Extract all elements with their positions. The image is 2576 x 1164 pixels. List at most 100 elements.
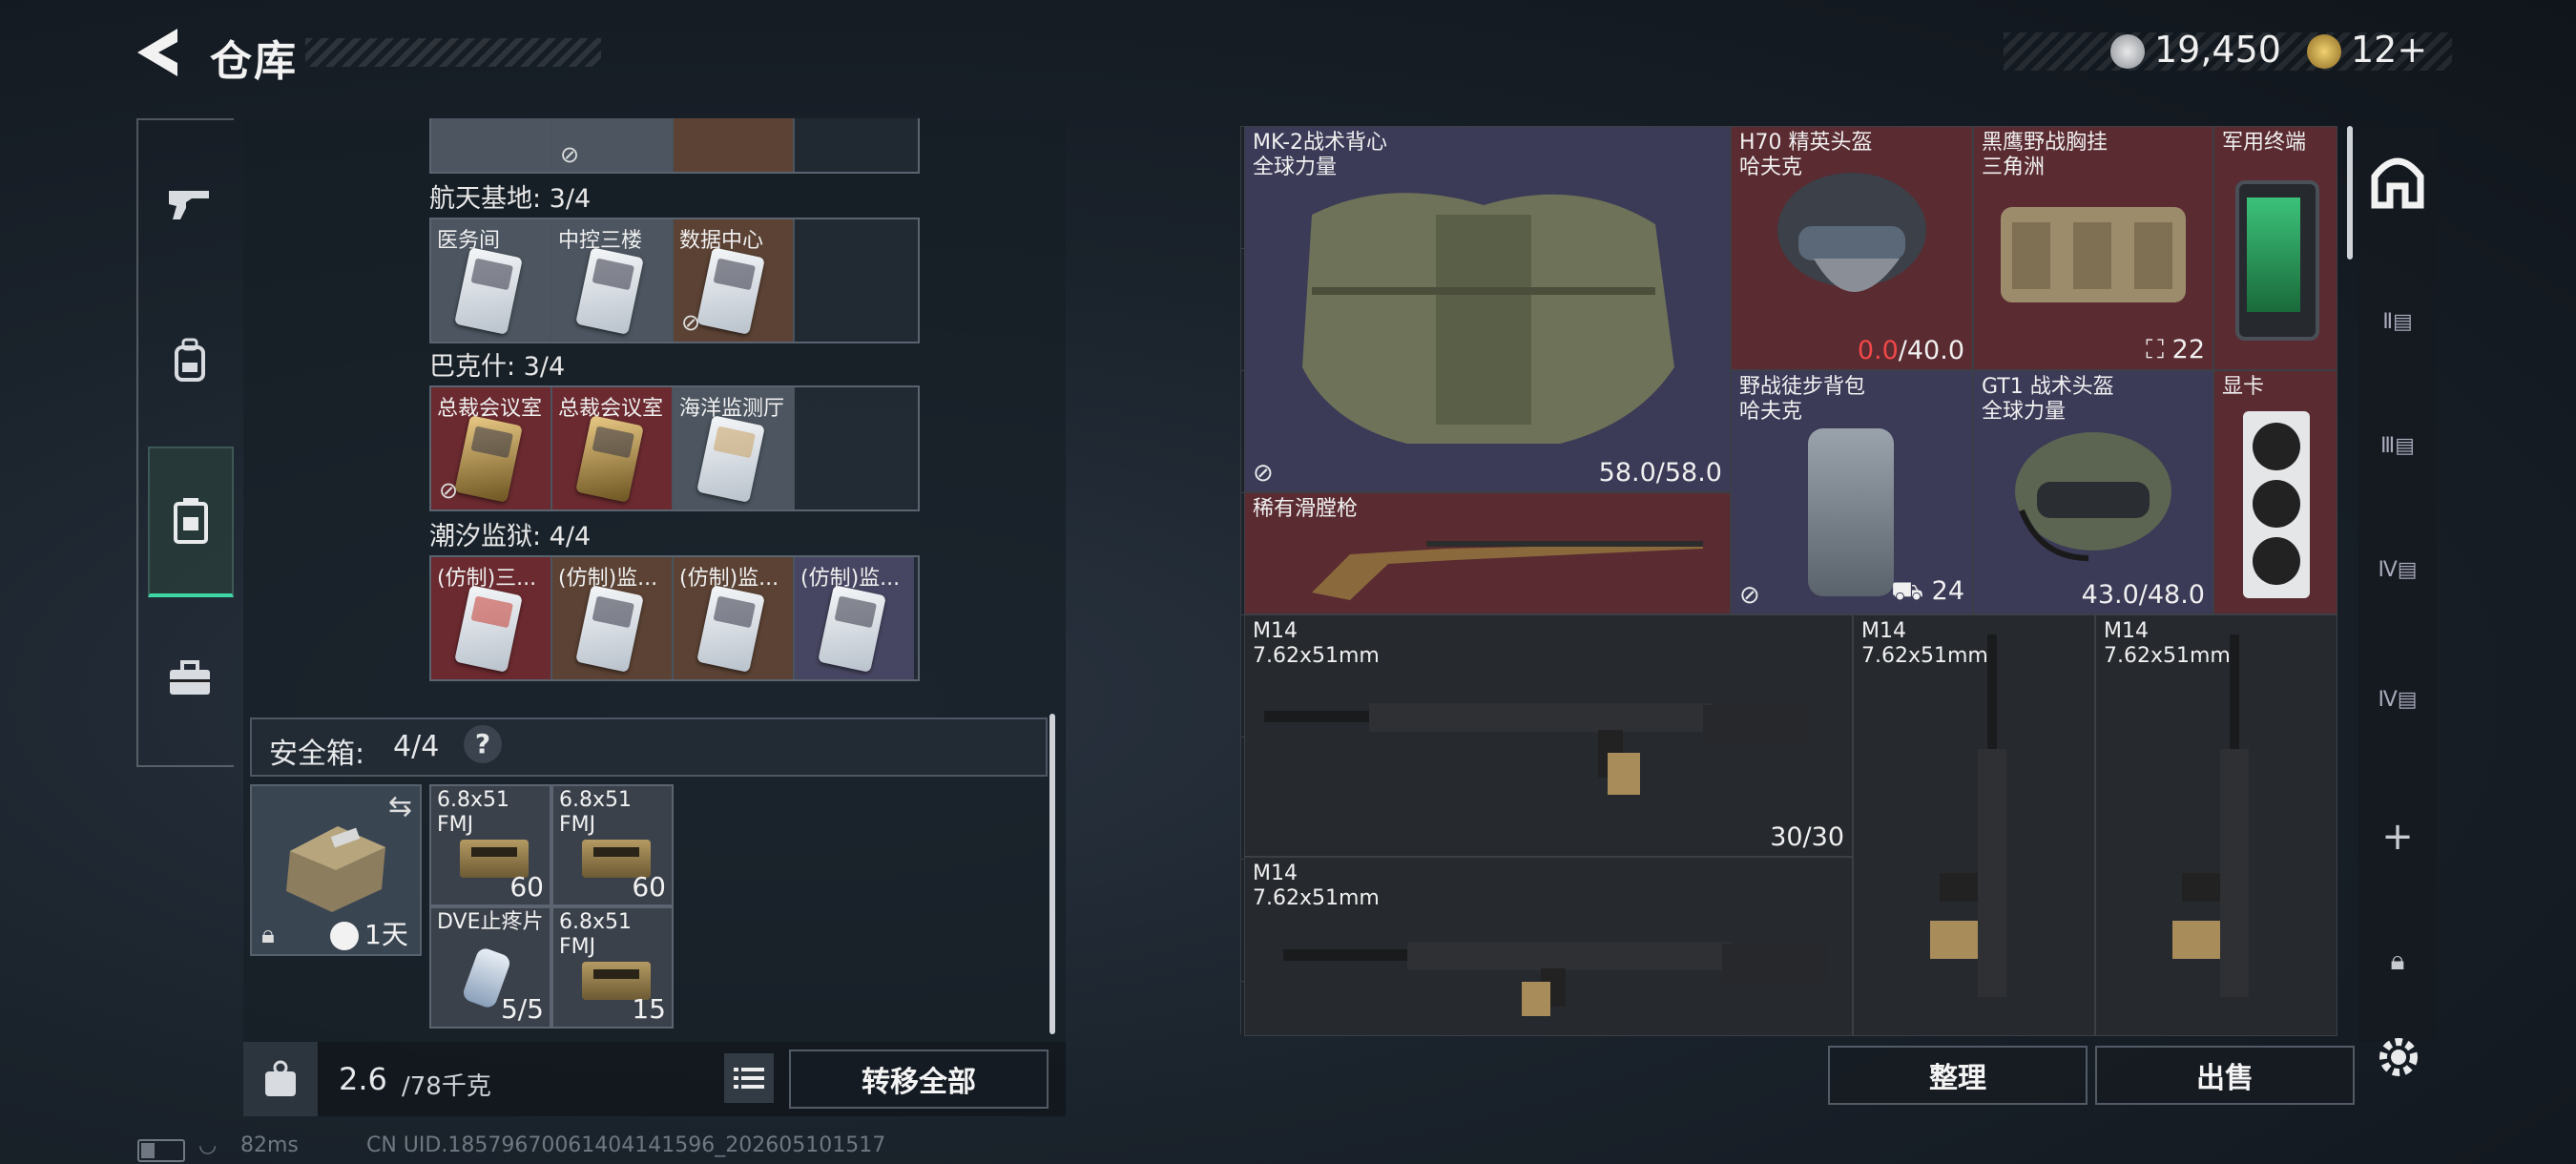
- item-name: M14 7.62x51mm: [1253, 619, 1380, 668]
- nav-equipment[interactable]: [152, 322, 228, 399]
- item-m14[interactable]: M14 7.62x51mm 30/30: [1244, 614, 1853, 857]
- key-card[interactable]: 医务间: [431, 219, 552, 342]
- battery-icon: [137, 1139, 185, 1162]
- item-name: 黑鹰野战胸挂 三角洲: [1982, 131, 2109, 179]
- musket-image: [1312, 541, 1703, 600]
- item-vest[interactable]: MK-2战术背心 全球力量 ⊘ 58.0/58.0: [1244, 126, 1731, 492]
- stash-scrollbar[interactable]: [2347, 126, 2353, 260]
- key-label: (仿制)监...: [800, 567, 901, 591]
- key-label: (仿制)三...: [437, 567, 537, 591]
- key-card[interactable]: 中控三楼: [552, 219, 674, 342]
- capacity: ⛟ 24: [1891, 576, 1964, 606]
- stash-page-main[interactable]: [2358, 137, 2437, 223]
- slot-label: 6.8x51 FMJ: [559, 788, 633, 837]
- rifle-image: [1930, 634, 2006, 997]
- key-label: (仿制)监...: [679, 567, 779, 591]
- key-card[interactable]: (仿制)监...: [674, 557, 795, 679]
- stash-page-5[interactable]: Ⅳ▤: [2358, 656, 2437, 742]
- rig-image: [2001, 207, 2186, 302]
- safe-slot[interactable]: 6.8x51 FMJ 60: [429, 784, 551, 906]
- key-card[interactable]: ⊘: [552, 118, 674, 172]
- empty-slot[interactable]: [795, 219, 914, 342]
- item-m14[interactable]: M14 7.62x51mm: [2095, 614, 2337, 1036]
- key-card[interactable]: (仿制)监...: [795, 557, 914, 679]
- key-card[interactable]: (仿制)监...: [552, 557, 674, 679]
- key-card[interactable]: (仿制)三...: [431, 557, 552, 679]
- nav-toolbox[interactable]: [152, 639, 228, 716]
- safe-box-item[interactable]: ⇆ 🔒︎ 1天: [250, 784, 422, 956]
- help-button[interactable]: ?: [464, 725, 502, 763]
- item-graphics-card[interactable]: 显卡: [2213, 370, 2337, 614]
- stash-page-4[interactable]: Ⅳ▤: [2358, 527, 2437, 613]
- key-label: 医务间: [437, 229, 501, 253]
- terminal-image: [2235, 180, 2319, 341]
- no-insure-icon: ⊘: [1739, 581, 1760, 610]
- stash-page-3[interactable]: Ⅲ▤: [2358, 403, 2437, 488]
- rifle-image: [1283, 942, 1827, 1016]
- toolbox-icon: [170, 660, 210, 695]
- transfer-all-button[interactable]: 转移全部: [789, 1050, 1049, 1109]
- helmet-image: [1777, 173, 1926, 292]
- key-card[interactable]: [431, 118, 552, 172]
- sell-button[interactable]: 出售: [2095, 1046, 2355, 1105]
- item-helmet-gt1[interactable]: GT1 战术头盔 全球力量 43.0/48.0: [1973, 370, 2213, 614]
- back-button[interactable]: [134, 27, 181, 78]
- premium-coin-icon: [2307, 34, 2341, 69]
- key-card[interactable]: 海洋监测厅: [674, 387, 795, 509]
- stash-tab-icon: Ⅲ▤: [2380, 433, 2415, 458]
- back-arrow-icon: [137, 29, 177, 76]
- safe-slot[interactable]: 6.8x51 FMJ 15: [551, 906, 674, 1029]
- case-icon: [174, 498, 208, 544]
- rifle-image: [1264, 703, 1808, 795]
- currency-amount: 19,450: [2154, 29, 2281, 71]
- key-label: 海洋监测厅: [679, 397, 785, 421]
- safe-slot[interactable]: 6.8x51 FMJ 60: [551, 784, 674, 906]
- stash-page-2[interactable]: Ⅱ▤: [2358, 279, 2437, 364]
- slot-count: 15: [632, 993, 666, 1025]
- item-helmet-h70[interactable]: H70 精英头盔 哈夫克 0.0/40.0: [1731, 126, 1973, 370]
- backpack-image: [1808, 428, 1894, 596]
- plus-icon: +: [2381, 815, 2414, 859]
- premium-amount[interactable]: 12+: [2351, 29, 2427, 71]
- safe-slot[interactable]: DVE止疼片 5/5: [429, 906, 551, 1029]
- item-m14[interactable]: M14 7.62x51mm: [1244, 857, 1853, 1036]
- weight-current: 2.6: [339, 1061, 387, 1097]
- safe-box-image: [286, 826, 385, 912]
- durability: 0.0/40.0: [1857, 336, 1964, 365]
- left-scrollbar[interactable]: [1049, 714, 1055, 1034]
- stash-page-nav: Ⅱ▤ Ⅲ▤ Ⅳ▤ Ⅳ▤ + 🔒︎: [2358, 126, 2437, 1042]
- wifi-icon: ◡: [198, 1133, 218, 1157]
- ping: 82ms: [240, 1133, 299, 1157]
- key-card[interactable]: 总裁会议室: [552, 387, 674, 509]
- key-row: 医务间 中控三楼 数据中心 ⊘: [429, 218, 920, 343]
- key-card[interactable]: 数据中心 ⊘: [674, 219, 795, 342]
- item-musket[interactable]: 稀有滑膛枪: [1244, 492, 1731, 614]
- item-backpack[interactable]: 野战徒步背包 哈夫克 ⊘ ⛟ 24: [1731, 370, 1973, 614]
- empty-slot[interactable]: [795, 387, 914, 509]
- item-chest-rig[interactable]: 黑鹰野战胸挂 三角洲 ⛶ 22: [1973, 126, 2213, 370]
- add-stash-button[interactable]: +: [2358, 794, 2437, 880]
- group-title: 潮汐监狱: 4/4: [429, 522, 592, 551]
- item-military-terminal[interactable]: 军用终端: [2213, 126, 2337, 370]
- weight-icon: [243, 1042, 318, 1116]
- list-view-button[interactable]: [724, 1053, 774, 1103]
- no-insure-icon: ⊘: [1253, 459, 1274, 488]
- item-name: GT1 战术头盔 全球力量: [1982, 375, 2114, 424]
- lock-stash-button[interactable]: 🔒︎: [2358, 918, 2437, 1004]
- weight-bar: 2.6 /78千克 转移全部: [243, 1042, 1066, 1116]
- item-name: 稀有滑膛枪: [1253, 497, 1359, 521]
- stash-home-icon: [2371, 157, 2424, 209]
- nav-containers[interactable]: [148, 447, 234, 597]
- safe-box-count: 4/4: [393, 730, 440, 763]
- empty-slot[interactable]: [795, 118, 914, 172]
- ammo-count: 30/30: [1770, 822, 1844, 852]
- settings-button[interactable]: [2372, 1030, 2425, 1084]
- nav-weapons[interactable]: [152, 166, 228, 242]
- item-m14[interactable]: M14 7.62x51mm: [1853, 614, 2095, 1036]
- stash-tab-icon: Ⅳ▤: [2378, 557, 2418, 582]
- sort-button[interactable]: 整理: [1828, 1046, 2088, 1105]
- group-title: 航天基地: 3/4: [429, 184, 592, 214]
- key-card[interactable]: [674, 118, 795, 172]
- key-card[interactable]: 总裁会议室 ⊘: [431, 387, 552, 509]
- swap-icon[interactable]: ⇆: [388, 790, 412, 823]
